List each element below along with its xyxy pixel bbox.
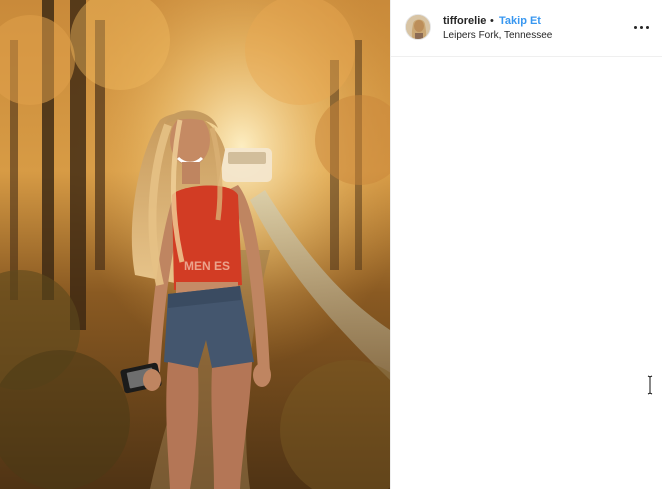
post-photo[interactable]: MEN ES bbox=[0, 0, 390, 489]
post-side-panel: tifforelie • Takip Et Leipers Fork, Tenn… bbox=[390, 0, 662, 489]
shirt-print-text: MEN ES bbox=[184, 259, 230, 273]
avatar[interactable] bbox=[405, 14, 431, 40]
more-options-icon[interactable] bbox=[631, 18, 653, 36]
post-header: tifforelie • Takip Et Leipers Fork, Tenn… bbox=[391, 0, 662, 57]
username-link[interactable]: tifforelie bbox=[443, 15, 486, 28]
follow-button[interactable]: Takip Et bbox=[499, 15, 541, 28]
photo-illustration: MEN ES bbox=[0, 0, 390, 489]
location-link[interactable]: Leipers Fork, Tennessee bbox=[443, 30, 552, 42]
separator-dot: • bbox=[490, 15, 494, 27]
text-cursor-icon bbox=[647, 375, 653, 395]
avatar-image bbox=[406, 15, 430, 39]
